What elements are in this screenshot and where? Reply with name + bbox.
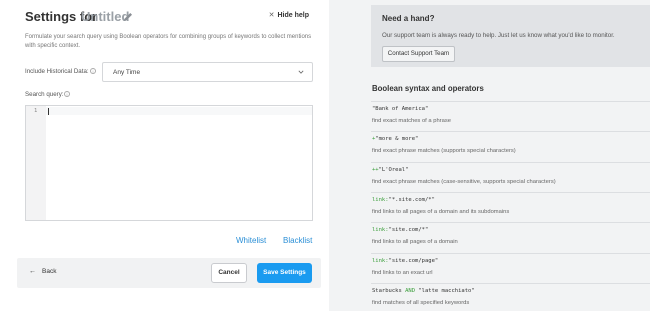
title-row: Settings for Untitled ✕ Hide help <box>25 9 315 27</box>
syntax-example-code: link:"site.com/*" <box>372 227 428 233</box>
syntax-example-description: find links to an exact url <box>372 269 433 276</box>
contact-support-button[interactable]: Contact Support Team <box>382 46 455 62</box>
syntax-code: "site.com/page" <box>388 257 439 264</box>
editor-gutter: 1 <box>26 106 46 220</box>
divider <box>371 101 650 102</box>
syntax-example-description: find exact phrase matches (supports spec… <box>372 148 516 155</box>
historical-data-value: Any Time <box>113 69 141 76</box>
syntax-suffix: "latte macchiato" <box>415 287 475 294</box>
active-line-highlight <box>46 107 312 115</box>
hide-help-button[interactable]: ✕ Hide help <box>269 11 309 19</box>
syntax-example-code: +"more & more" <box>372 136 418 142</box>
pencil-icon[interactable] <box>122 11 134 23</box>
back-label: Back <box>42 268 57 275</box>
whitelist-link[interactable]: Whitelist <box>236 236 266 245</box>
syntax-example-code: Starbucks AND "latte macchiato" <box>372 288 475 294</box>
historical-data-label: Include Historical Data: <box>25 68 89 75</box>
blacklist-link[interactable]: Blacklist <box>283 236 312 245</box>
syntax-example-code: link:"*.site.com/*" <box>372 197 435 203</box>
line-number: 1 <box>34 108 38 114</box>
syntax-example-code: link:"site.com/page" <box>372 258 438 264</box>
text-cursor <box>48 108 49 115</box>
syntax-prefix: Starbucks <box>372 287 406 294</box>
syntax-example-description: find links to all pages of a domain and … <box>372 208 510 215</box>
syntax-code: "*.site.com/*" <box>388 196 435 203</box>
divider <box>371 161 650 163</box>
arrow-left-icon: ← <box>29 268 36 275</box>
search-query-editor[interactable]: 1 <box>25 105 313 221</box>
syntax-prefix: link: <box>372 196 389 203</box>
divider <box>371 191 650 193</box>
syntax-code: "site.com/*" <box>388 227 429 234</box>
syntax-example-description: find links to all pages of a domain <box>372 239 458 246</box>
syntax-example-description: find exact matches of a phrase <box>372 118 451 124</box>
syntax-code: AND <box>405 287 416 294</box>
divider <box>371 131 650 133</box>
help-text: Our support team is always ready to help… <box>382 32 615 39</box>
hide-help-label: Hide help <box>277 12 309 19</box>
footer-bar: ← Back Cancel Save Settings <box>17 258 321 288</box>
syntax-section-title: Boolean syntax and operators <box>372 84 484 93</box>
info-icon[interactable]: i <box>90 68 96 74</box>
syntax-code: "Bank of America" <box>372 106 429 112</box>
syntax-example-code: ++"L'Oreal" <box>372 167 408 173</box>
back-button[interactable]: ← Back <box>29 268 56 275</box>
help-title: Need a hand? <box>382 14 435 23</box>
syntax-example-description: find matches of all specified keywords <box>372 299 470 306</box>
close-icon: ✕ <box>268 12 275 19</box>
info-icon[interactable]: i <box>64 91 70 97</box>
need-help-box: Need a hand? Our support team is always … <box>371 5 650 67</box>
syntax-prefix: ++ <box>372 166 379 173</box>
divider <box>371 252 650 254</box>
syntax-prefix: link: <box>372 227 389 234</box>
syntax-prefix: link: <box>372 257 389 264</box>
settings-panel: Settings for Untitled ✕ Hide help Formula… <box>0 0 329 311</box>
chevron-down-icon <box>298 70 304 74</box>
help-description: Formulate your search query using Boolea… <box>25 34 312 49</box>
syntax-example-description: find exact phrase matches (case-sensitiv… <box>372 178 556 185</box>
search-query-label: Search query: <box>25 91 64 98</box>
historical-data-select[interactable]: Any Time <box>102 62 313 82</box>
divider <box>371 282 650 284</box>
syntax-example-code: "Bank of America" <box>372 106 428 112</box>
syntax-code: "L'Oreal" <box>378 166 409 173</box>
divider <box>371 222 650 224</box>
save-settings-button[interactable]: Save Settings <box>257 263 312 283</box>
syntax-code: "more & more" <box>375 136 419 143</box>
cancel-button[interactable]: Cancel <box>211 263 247 283</box>
